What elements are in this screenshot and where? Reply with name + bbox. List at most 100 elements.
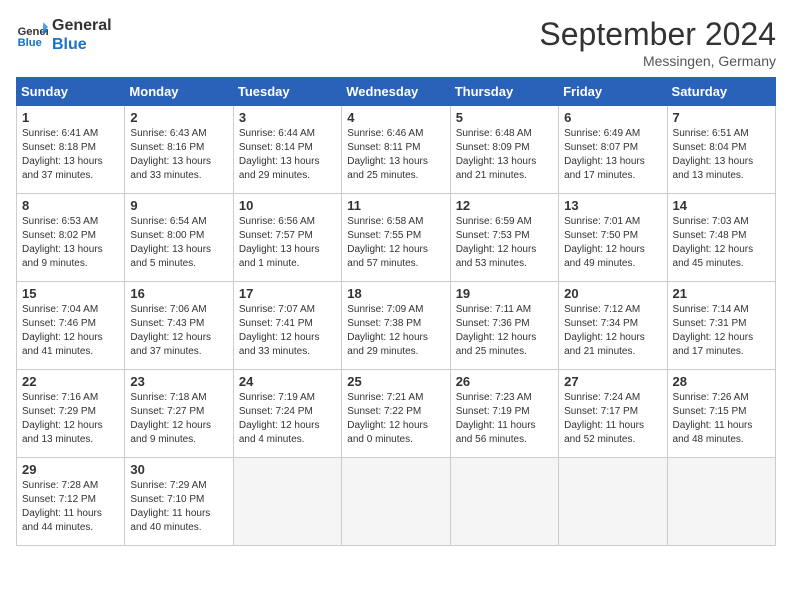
day-info: Sunrise: 7:23 AMSunset: 7:19 PMDaylight:…: [456, 391, 553, 447]
day-info: Sunrise: 6:56 AMSunset: 7:57 PMDaylight:…: [239, 215, 336, 271]
calendar-day-cell: 25 Sunrise: 7:21 AMSunset: 7:22 PMDaylig…: [342, 370, 450, 458]
header-row: Sunday Monday Tuesday Wednesday Thursday…: [17, 78, 776, 106]
calendar-day-cell: 26 Sunrise: 7:23 AMSunset: 7:19 PMDaylig…: [450, 370, 558, 458]
calendar-day-cell: 2 Sunrise: 6:43 AMSunset: 8:16 PMDayligh…: [125, 106, 233, 194]
calendar-day-cell: 21 Sunrise: 7:14 AMSunset: 7:31 PMDaylig…: [667, 282, 775, 370]
day-number: 14: [673, 198, 770, 213]
day-info: Sunrise: 7:09 AMSunset: 7:38 PMDaylight:…: [347, 303, 444, 359]
col-saturday: Saturday: [667, 78, 775, 106]
empty-cell: [667, 458, 775, 546]
calendar-day-cell: 10 Sunrise: 6:56 AMSunset: 7:57 PMDaylig…: [233, 194, 341, 282]
calendar-day-cell: 24 Sunrise: 7:19 AMSunset: 7:24 PMDaylig…: [233, 370, 341, 458]
day-info: Sunrise: 7:04 AMSunset: 7:46 PMDaylight:…: [22, 303, 119, 359]
day-number: 2: [130, 110, 227, 125]
day-info: Sunrise: 7:01 AMSunset: 7:50 PMDaylight:…: [564, 215, 661, 271]
day-number: 24: [239, 374, 336, 389]
col-sunday: Sunday: [17, 78, 125, 106]
day-info: Sunrise: 6:51 AMSunset: 8:04 PMDaylight:…: [673, 127, 770, 183]
day-number: 13: [564, 198, 661, 213]
day-number: 18: [347, 286, 444, 301]
empty-cell: [342, 458, 450, 546]
day-number: 25: [347, 374, 444, 389]
day-number: 21: [673, 286, 770, 301]
col-thursday: Thursday: [450, 78, 558, 106]
day-info: Sunrise: 6:48 AMSunset: 8:09 PMDaylight:…: [456, 127, 553, 183]
day-info: Sunrise: 6:54 AMSunset: 8:00 PMDaylight:…: [130, 215, 227, 271]
day-info: Sunrise: 6:58 AMSunset: 7:55 PMDaylight:…: [347, 215, 444, 271]
day-number: 23: [130, 374, 227, 389]
day-info: Sunrise: 7:19 AMSunset: 7:24 PMDaylight:…: [239, 391, 336, 447]
day-info: Sunrise: 7:07 AMSunset: 7:41 PMDaylight:…: [239, 303, 336, 359]
calendar-day-cell: 29 Sunrise: 7:28 AMSunset: 7:12 PMDaylig…: [17, 458, 125, 546]
calendar-day-cell: 20 Sunrise: 7:12 AMSunset: 7:34 PMDaylig…: [559, 282, 667, 370]
calendar-day-cell: 11 Sunrise: 6:58 AMSunset: 7:55 PMDaylig…: [342, 194, 450, 282]
calendar-table: Sunday Monday Tuesday Wednesday Thursday…: [16, 77, 776, 546]
day-info: Sunrise: 7:16 AMSunset: 7:29 PMDaylight:…: [22, 391, 119, 447]
day-number: 7: [673, 110, 770, 125]
col-friday: Friday: [559, 78, 667, 106]
calendar-day-cell: 6 Sunrise: 6:49 AMSunset: 8:07 PMDayligh…: [559, 106, 667, 194]
day-info: Sunrise: 6:59 AMSunset: 7:53 PMDaylight:…: [456, 215, 553, 271]
day-info: Sunrise: 7:26 AMSunset: 7:15 PMDaylight:…: [673, 391, 770, 447]
calendar-day-cell: 1 Sunrise: 6:41 AMSunset: 8:18 PMDayligh…: [17, 106, 125, 194]
day-info: Sunrise: 7:11 AMSunset: 7:36 PMDaylight:…: [456, 303, 553, 359]
col-tuesday: Tuesday: [233, 78, 341, 106]
day-number: 28: [673, 374, 770, 389]
day-number: 27: [564, 374, 661, 389]
day-info: Sunrise: 7:24 AMSunset: 7:17 PMDaylight:…: [564, 391, 661, 447]
calendar-day-cell: 19 Sunrise: 7:11 AMSunset: 7:36 PMDaylig…: [450, 282, 558, 370]
day-number: 12: [456, 198, 553, 213]
logo: General Blue General Blue: [16, 16, 112, 54]
logo-line1: General: [52, 16, 112, 35]
day-number: 9: [130, 198, 227, 213]
empty-cell: [450, 458, 558, 546]
title-block: September 2024 Messingen, Germany: [539, 16, 776, 69]
location: Messingen, Germany: [539, 53, 776, 69]
day-number: 29: [22, 462, 119, 477]
calendar-day-cell: 12 Sunrise: 6:59 AMSunset: 7:53 PMDaylig…: [450, 194, 558, 282]
calendar-day-cell: 18 Sunrise: 7:09 AMSunset: 7:38 PMDaylig…: [342, 282, 450, 370]
day-info: Sunrise: 6:53 AMSunset: 8:02 PMDaylight:…: [22, 215, 119, 271]
empty-cell: [559, 458, 667, 546]
page-header: General Blue General Blue September 2024…: [16, 16, 776, 69]
day-info: Sunrise: 6:44 AMSunset: 8:14 PMDaylight:…: [239, 127, 336, 183]
calendar-day-cell: 5 Sunrise: 6:48 AMSunset: 8:09 PMDayligh…: [450, 106, 558, 194]
day-number: 8: [22, 198, 119, 213]
logo-icon: General Blue: [16, 19, 48, 51]
day-info: Sunrise: 7:18 AMSunset: 7:27 PMDaylight:…: [130, 391, 227, 447]
calendar-day-cell: 3 Sunrise: 6:44 AMSunset: 8:14 PMDayligh…: [233, 106, 341, 194]
month-title: September 2024: [539, 16, 776, 53]
day-number: 1: [22, 110, 119, 125]
calendar-week-row: 22 Sunrise: 7:16 AMSunset: 7:29 PMDaylig…: [17, 370, 776, 458]
day-info: Sunrise: 7:28 AMSunset: 7:12 PMDaylight:…: [22, 479, 119, 535]
calendar-day-cell: 15 Sunrise: 7:04 AMSunset: 7:46 PMDaylig…: [17, 282, 125, 370]
day-info: Sunrise: 7:12 AMSunset: 7:34 PMDaylight:…: [564, 303, 661, 359]
day-number: 11: [347, 198, 444, 213]
day-number: 17: [239, 286, 336, 301]
day-number: 5: [456, 110, 553, 125]
day-number: 6: [564, 110, 661, 125]
calendar-day-cell: 28 Sunrise: 7:26 AMSunset: 7:15 PMDaylig…: [667, 370, 775, 458]
calendar-day-cell: 17 Sunrise: 7:07 AMSunset: 7:41 PMDaylig…: [233, 282, 341, 370]
day-number: 3: [239, 110, 336, 125]
calendar-day-cell: 14 Sunrise: 7:03 AMSunset: 7:48 PMDaylig…: [667, 194, 775, 282]
calendar-day-cell: 8 Sunrise: 6:53 AMSunset: 8:02 PMDayligh…: [17, 194, 125, 282]
day-info: Sunrise: 6:49 AMSunset: 8:07 PMDaylight:…: [564, 127, 661, 183]
calendar-day-cell: 7 Sunrise: 6:51 AMSunset: 8:04 PMDayligh…: [667, 106, 775, 194]
calendar-week-row: 15 Sunrise: 7:04 AMSunset: 7:46 PMDaylig…: [17, 282, 776, 370]
day-number: 19: [456, 286, 553, 301]
calendar-week-row: 8 Sunrise: 6:53 AMSunset: 8:02 PMDayligh…: [17, 194, 776, 282]
day-number: 10: [239, 198, 336, 213]
day-info: Sunrise: 6:46 AMSunset: 8:11 PMDaylight:…: [347, 127, 444, 183]
col-wednesday: Wednesday: [342, 78, 450, 106]
calendar-day-cell: 23 Sunrise: 7:18 AMSunset: 7:27 PMDaylig…: [125, 370, 233, 458]
day-info: Sunrise: 7:21 AMSunset: 7:22 PMDaylight:…: [347, 391, 444, 447]
day-number: 30: [130, 462, 227, 477]
calendar-week-row: 1 Sunrise: 6:41 AMSunset: 8:18 PMDayligh…: [17, 106, 776, 194]
empty-cell: [233, 458, 341, 546]
day-number: 20: [564, 286, 661, 301]
day-number: 26: [456, 374, 553, 389]
calendar-day-cell: 13 Sunrise: 7:01 AMSunset: 7:50 PMDaylig…: [559, 194, 667, 282]
calendar-day-cell: 22 Sunrise: 7:16 AMSunset: 7:29 PMDaylig…: [17, 370, 125, 458]
day-info: Sunrise: 7:29 AMSunset: 7:10 PMDaylight:…: [130, 479, 227, 535]
